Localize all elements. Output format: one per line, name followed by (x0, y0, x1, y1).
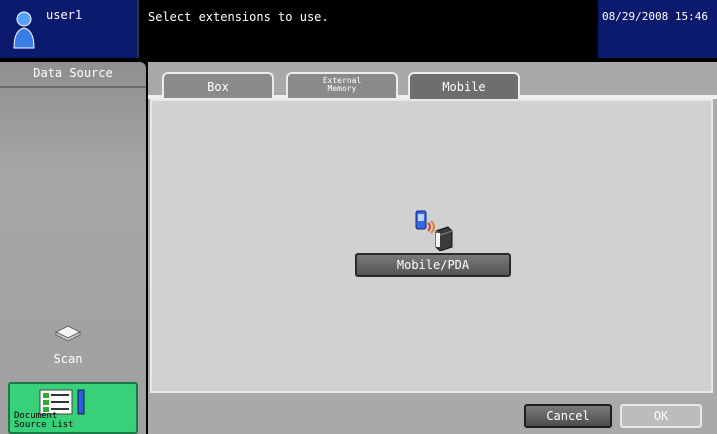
tab-external-line-2: Memory (327, 84, 357, 93)
doc-list-line-2: Source List (14, 420, 74, 430)
user-panel: user1 (0, 0, 139, 58)
tab-box-label: Box (207, 80, 229, 94)
scan-button[interactable]: Scan (40, 320, 96, 370)
datetime: 08/29/2008 15:46 (602, 10, 708, 23)
tab-mobile[interactable]: Mobile (408, 72, 520, 100)
scan-label: Scan (53, 352, 83, 366)
divider (0, 86, 146, 88)
user-name: user1 (46, 8, 83, 22)
tab-mobile-label: Mobile (442, 80, 486, 94)
content-panel: Mobile/PDA (150, 99, 713, 393)
tab-box[interactable]: Box (162, 72, 274, 98)
tab-external-memory[interactable]: External Memory (286, 72, 398, 98)
mobile-pda-button[interactable]: Mobile/PDA (355, 253, 511, 277)
document-source-list-label: Document Source List (14, 412, 74, 430)
scanner-icon (54, 325, 82, 342)
screen: user1 Select extensions to use. 08/29/20… (0, 0, 717, 434)
mobile-device-icon (415, 210, 453, 251)
instruction-message: Select extensions to use. (148, 10, 329, 24)
data-source-title: Data Source (33, 66, 113, 80)
ok-button[interactable]: OK (620, 404, 702, 428)
document-source-list-button[interactable]: Document Source List (8, 382, 138, 434)
data-source-panel: Data Source (0, 62, 146, 434)
datetime-panel: 08/29/2008 15:46 (598, 0, 717, 58)
message-area: Select extensions to use. (140, 0, 596, 58)
cancel-button[interactable]: Cancel (524, 404, 612, 428)
user-icon (13, 11, 35, 49)
